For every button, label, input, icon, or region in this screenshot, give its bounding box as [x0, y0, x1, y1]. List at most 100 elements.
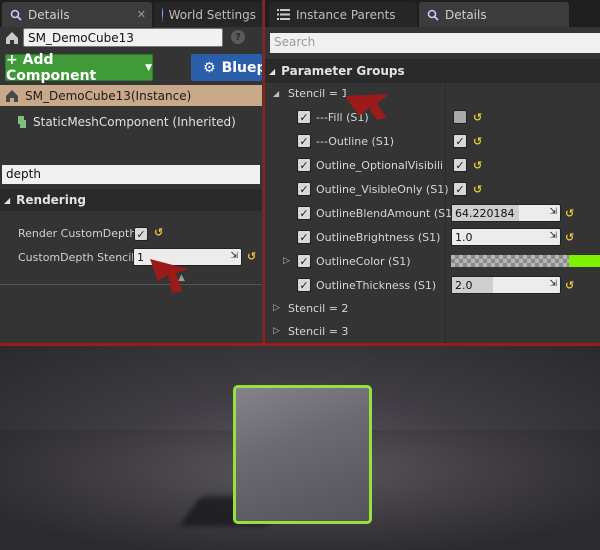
globe-icon	[162, 7, 163, 22]
reset-to-default-icon[interactable]: ↺	[247, 250, 256, 263]
right-tab-bar: Instance Parents Details	[265, 0, 600, 27]
reset-to-default-icon[interactable]: ↺	[473, 183, 482, 196]
render-custom-depth-label: Render CustomDepth	[18, 227, 137, 240]
spin-arrows-icon: ⇲	[549, 207, 557, 217]
param-name: OutlineThickness (S1)	[316, 278, 437, 292]
render-custom-depth-checkbox[interactable]: ✓	[134, 227, 148, 241]
param-override-checkbox[interactable]: ✓	[297, 134, 311, 148]
expand-arrow-icon: ◢	[4, 195, 11, 205]
expand-arrow-icon: ◢	[273, 88, 280, 98]
collapsed-arrow-icon: ▷	[273, 326, 280, 336]
tab-instance-parents-label: Instance Parents	[296, 7, 396, 22]
static-mesh-icon	[18, 116, 26, 128]
actor-icon	[6, 89, 18, 102]
search-icon	[427, 9, 439, 21]
spin-arrows-icon: ⇲	[549, 231, 557, 241]
param-name: ---Outline (S1)	[316, 134, 395, 148]
level-viewport[interactable]	[0, 343, 600, 550]
expand-arrow-icon[interactable]: ▷	[283, 256, 293, 266]
group-stencil-1-label: Stencil = 1	[288, 86, 349, 100]
param-row-visible-only: ✓ Outline_VisibleOnly (S1) ✓ ↺	[265, 177, 600, 201]
custom-depth-stencil-label: CustomDepth Stencil	[18, 251, 135, 264]
param-override-checkbox[interactable]: ✓	[297, 182, 311, 196]
tab-details-right-label: Details	[445, 7, 487, 22]
collapsed-arrow-icon: ▷	[273, 303, 280, 313]
tab-world-settings-label: World Settings	[168, 7, 256, 22]
add-component-button[interactable]: + Add Component ▼	[5, 51, 153, 84]
custom-depth-stencil-value: 1	[137, 250, 144, 264]
annotation-arrow-icon	[150, 259, 188, 293]
param-value: 1.0	[455, 230, 473, 244]
selected-cube-mesh[interactable]	[233, 385, 372, 524]
param-override-checkbox[interactable]: ✓	[297, 254, 311, 268]
component-item-static-mesh[interactable]: StaticMeshComponent (Inherited)	[16, 112, 262, 132]
param-name: OutlineBlendAmount (S1)	[316, 206, 457, 220]
param-bool-checkbox[interactable]	[453, 110, 467, 124]
divider	[0, 284, 262, 285]
tab-details-right[interactable]: Details	[419, 2, 569, 27]
details-panel-left: Details ✕ World Settings SM_DemoCube13 ?…	[0, 0, 262, 343]
param-name: OutlineColor (S1)	[316, 254, 411, 268]
param-bool-checkbox[interactable]: ✓	[453, 182, 467, 196]
actor-name-field[interactable]: SM_DemoCube13	[23, 28, 223, 47]
help-icon[interactable]: ?	[231, 30, 245, 44]
reset-to-default-icon[interactable]: ↺	[565, 231, 574, 244]
param-row-brightness: ✓ OutlineBrightness (S1) 1.0 ⇲ ↺	[265, 225, 600, 249]
expand-arrow-icon: ◢	[269, 66, 276, 76]
reset-to-default-icon[interactable]: ↺	[565, 207, 574, 220]
tab-instance-parents[interactable]: Instance Parents	[269, 2, 417, 27]
param-number-input[interactable]: 2.0 ⇲	[451, 276, 561, 294]
param-row-outline-color: ▷ ✓ OutlineColor (S1)	[265, 249, 600, 273]
actor-icon	[4, 30, 20, 49]
reset-to-default-icon[interactable]: ↺	[565, 279, 574, 292]
param-row-optional-visibility: ✓ Outline_OptionalVisibility ( ✓ ↺	[265, 153, 600, 177]
param-row-blend-amount: ✓ OutlineBlendAmount (S1) 64.220184 ⇲ ↺	[265, 201, 600, 225]
param-override-checkbox[interactable]: ✓	[297, 278, 311, 292]
component-item-static-mesh-label: StaticMeshComponent (Inherited)	[33, 115, 236, 129]
param-name: Outline_VisibleOnly (S1)	[316, 182, 449, 196]
group-stencil-2-label: Stencil = 2	[288, 301, 349, 315]
tab-details-left[interactable]: Details ✕	[2, 2, 152, 27]
param-bool-checkbox[interactable]: ✓	[453, 134, 467, 148]
blueprint-gear-icon: ⚙	[203, 59, 216, 76]
param-override-checkbox[interactable]: ✓	[297, 230, 311, 244]
component-item-instance[interactable]: SM_DemoCube13(Instance)	[0, 85, 262, 106]
reset-to-default-icon[interactable]: ↺	[473, 159, 482, 172]
blueprint-label: Bluep	[221, 59, 262, 76]
alpha-checker	[451, 255, 569, 267]
group-stencil-1[interactable]: ◢ Stencil = 1	[265, 81, 600, 105]
close-icon[interactable]: ✕	[137, 8, 146, 21]
param-bool-checkbox[interactable]: ✓	[453, 158, 467, 172]
param-number-input[interactable]: 1.0 ⇲	[451, 228, 561, 246]
spin-arrows-icon: ⇲	[549, 279, 557, 289]
tab-world-settings[interactable]: World Settings	[154, 2, 262, 27]
search-icon	[10, 9, 22, 21]
annotation-arrow-icon	[345, 94, 389, 120]
category-rendering-label: Rendering	[16, 193, 86, 207]
group-stencil-3[interactable]: ▷ Stencil = 3	[265, 319, 600, 343]
group-stencil-2[interactable]: ▷ Stencil = 2	[265, 296, 600, 320]
tab-details-left-label: Details	[28, 7, 70, 22]
reset-to-default-icon[interactable]: ↺	[473, 135, 482, 148]
param-override-checkbox[interactable]: ✓	[297, 158, 311, 172]
chevron-down-icon: ▼	[145, 62, 152, 73]
param-number-input[interactable]: 64.220184 ⇲	[451, 204, 561, 222]
param-override-checkbox[interactable]: ✓	[297, 110, 311, 124]
blueprint-button[interactable]: ⚙ Bluep	[191, 54, 262, 81]
color-swatch-fill	[569, 255, 600, 267]
material-instance-panel: Instance Parents Details Search ◢ Parame…	[263, 0, 600, 343]
reset-to-default-icon[interactable]: ↺	[154, 226, 163, 239]
param-override-checkbox[interactable]: ✓	[297, 206, 311, 220]
parameter-groups-label: Parameter Groups	[281, 64, 405, 78]
param-name: OutlineBrightness (S1)	[316, 230, 441, 244]
parameter-search-input[interactable]: Search	[270, 33, 600, 53]
parameter-groups-header[interactable]: ◢ Parameter Groups	[265, 59, 600, 83]
add-component-label: + Add Component	[6, 51, 97, 84]
param-value: 64.220184	[455, 206, 515, 220]
details-search-input[interactable]: depth	[2, 165, 260, 184]
group-stencil-3-label: Stencil = 3	[288, 324, 349, 338]
reset-to-default-icon[interactable]: ↺	[473, 111, 482, 124]
category-rendering[interactable]: ◢ Rendering	[0, 189, 262, 211]
color-swatch[interactable]	[451, 255, 600, 267]
component-item-instance-label: SM_DemoCube13(Instance)	[25, 88, 192, 103]
